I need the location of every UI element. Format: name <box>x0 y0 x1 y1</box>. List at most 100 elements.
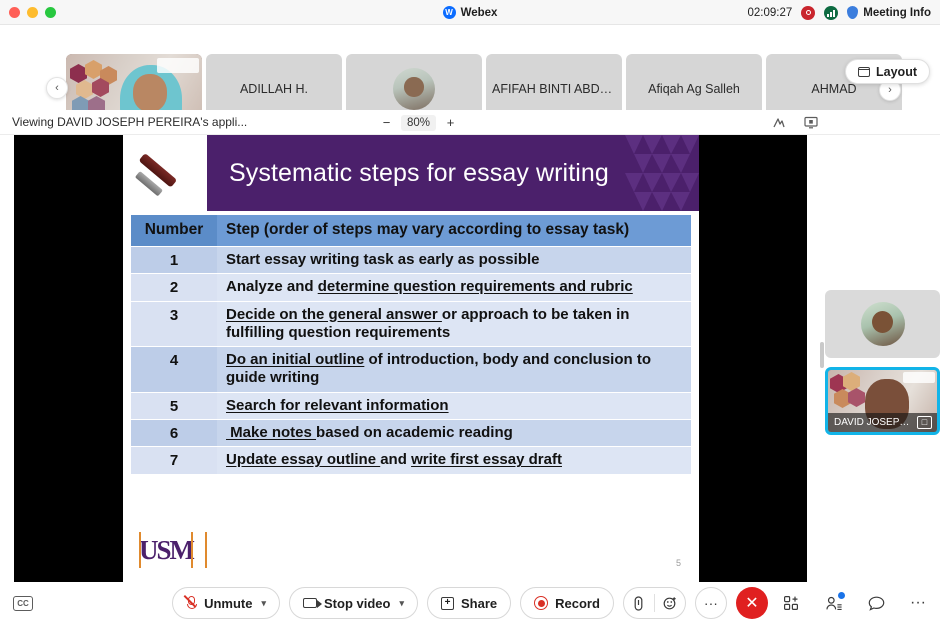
app-title: Webex <box>460 6 498 19</box>
zoom-controls: − 80% + <box>380 110 457 135</box>
step-number: 4 <box>131 347 217 392</box>
participants-icon[interactable] <box>824 592 845 613</box>
step-number: 7 <box>131 447 217 474</box>
minimize-window-button[interactable] <box>27 6 38 18</box>
rail-active-speaker-tile[interactable]: DAVID JOSEPH P... □ <box>825 367 940 435</box>
close-window-button[interactable] <box>9 6 20 18</box>
share-screen-icon: + <box>440 596 454 610</box>
slide-title-banner: Systematic steps for essay writing <box>207 135 699 211</box>
notification-badge <box>838 592 845 599</box>
more-options-icon[interactable]: ··· <box>908 593 928 613</box>
zoom-level-value[interactable]: 80% <box>401 114 437 131</box>
viewing-status-text: Viewing DAVID JOSEPH PEREIRA's appli... <box>12 115 248 129</box>
unmute-button[interactable]: Unmute ▾ <box>172 587 280 619</box>
table-row: 3 Decide on the general answer or approa… <box>131 301 691 347</box>
chevron-down-icon[interactable]: ▾ <box>261 598 266 609</box>
layout-grid-icon <box>858 66 871 77</box>
pin-video-icon[interactable]: □ <box>917 416 932 429</box>
record-icon <box>534 596 549 610</box>
active-speaker-name-bar: DAVID JOSEPH P... □ <box>828 413 937 432</box>
step-text: Analyze and determine question requireme… <box>217 274 691 301</box>
usm-logo-text: USM <box>139 534 195 565</box>
rail-resize-handle[interactable] <box>820 342 824 368</box>
fit-to-screen-icon[interactable] <box>804 116 818 130</box>
slide-header: Systematic steps for essay writing <box>123 135 699 211</box>
active-speaker-name: DAVID JOSEPH P... <box>834 417 913 428</box>
footer-divider <box>205 532 207 568</box>
table-header-row: Number Step (order of steps may vary acc… <box>131 215 691 246</box>
step-text: Update essay outline and write first ess… <box>217 447 691 474</box>
participant-name: ADILLAH H. <box>239 82 309 96</box>
fountain-pen-icon <box>134 147 195 201</box>
microphone-muted-icon <box>183 594 197 611</box>
slide-title: Systematic steps for essay writing <box>229 158 609 187</box>
info-shield-icon <box>847 6 859 19</box>
attachment-icon[interactable] <box>624 588 654 618</box>
secondary-controls-group: ··· <box>782 587 928 619</box>
table-row: 2 Analyze and determine question require… <box>131 274 691 301</box>
table-row: 6 Make notes based on academic reading <box>131 419 691 447</box>
share-button[interactable]: + Share <box>426 587 512 619</box>
usm-logo: USM <box>137 530 195 570</box>
reactions-icon[interactable] <box>655 588 685 618</box>
avatar <box>393 68 435 110</box>
zoom-out-button[interactable]: − <box>380 115 393 130</box>
webex-logo-icon: W <box>442 6 456 19</box>
table-row: 5 Search for relevant information <box>131 392 691 419</box>
meeting-controls-toolbar: CC Unmute ▾ Stop video ▾ + Share Record … <box>0 582 940 626</box>
unmute-label: Unmute <box>204 595 253 611</box>
table-row: 4 Do an initial outline of introduction,… <box>131 347 691 392</box>
maximize-window-button[interactable] <box>45 6 56 18</box>
table-row: 7 Update essay outline and write first e… <box>131 447 691 474</box>
slide-footer: USM 5 <box>131 528 691 576</box>
window-controls[interactable] <box>9 6 56 18</box>
extras-group <box>622 587 686 619</box>
step-text: Do an initial outline of introduction, b… <box>217 347 691 392</box>
window-title-bar: W Webex 02:09:27 Meeting Info <box>0 0 940 25</box>
rail-participant-tile[interactable] <box>825 290 940 358</box>
annotate-icon[interactable] <box>772 116 786 130</box>
participant-name: Afiqah Ag Salleh <box>648 82 740 96</box>
record-button[interactable]: Record <box>520 587 614 619</box>
stop-video-label: Stop video <box>324 595 391 611</box>
step-number: 5 <box>131 392 217 419</box>
step-number: 1 <box>131 246 217 274</box>
webex-meeting-window: W Webex 02:09:27 Meeting Info ‹ › ADILLA… <box>0 0 940 626</box>
chevron-down-icon[interactable]: ▾ <box>399 598 404 609</box>
participant-name: AHMAD <box>811 82 857 96</box>
signal-strength-icon[interactable] <box>824 5 839 20</box>
more-controls-button[interactable]: ··· <box>694 587 727 619</box>
leave-meeting-button[interactable]: ✕ <box>735 587 768 619</box>
record-label: Record <box>555 595 600 611</box>
participant-name: AFIFAH BINTI ABDU... <box>492 82 620 96</box>
column-header-number: Number <box>131 215 217 246</box>
meeting-info-button[interactable]: Meeting Info <box>847 6 931 19</box>
step-text: Search for relevant information <box>217 392 691 419</box>
chat-bubble-icon[interactable] <box>866 593 886 613</box>
filmstrip-prev-button[interactable]: ‹ <box>46 77 68 99</box>
layout-label: Layout <box>876 64 917 79</box>
sharing-status-bar: Viewing DAVID JOSEPH PEREIRA's appli... … <box>0 110 940 135</box>
shared-content-stage[interactable]: Systematic steps for essay writing Numbe… <box>14 135 807 582</box>
step-number: 6 <box>131 419 217 447</box>
pen-image <box>123 135 207 211</box>
column-header-step: Step (order of steps may vary according … <box>217 215 691 246</box>
slide-page-number: 5 <box>675 558 681 568</box>
meeting-info-label: Meeting Info <box>863 6 931 19</box>
layout-button[interactable]: Layout <box>845 59 930 84</box>
camera-icon <box>303 598 322 608</box>
steps-table: Number Step (order of steps may vary acc… <box>131 214 691 475</box>
record-indicator-icon[interactable] <box>801 5 816 20</box>
avatar <box>860 302 905 346</box>
steps-table-body: Number Step (order of steps may vary acc… <box>131 215 691 474</box>
apps-grid-icon[interactable] <box>782 593 802 613</box>
participant-filmstrip: ‹ › ADILLAH H. AFIFAH BINTI ABDU... Afiq… <box>0 25 940 133</box>
banner-triangles-decoration <box>625 135 699 211</box>
step-text: Start essay writing task as early as pos… <box>217 246 691 274</box>
meeting-timer: 02:09:27 <box>747 6 793 19</box>
zoom-in-button[interactable]: + <box>444 115 457 130</box>
stop-video-button[interactable]: Stop video ▾ <box>289 587 418 619</box>
step-text: Decide on the general answer or approach… <box>217 301 691 347</box>
step-text: Make notes based on academic reading <box>217 419 691 447</box>
sharing-bar-actions <box>772 110 818 135</box>
